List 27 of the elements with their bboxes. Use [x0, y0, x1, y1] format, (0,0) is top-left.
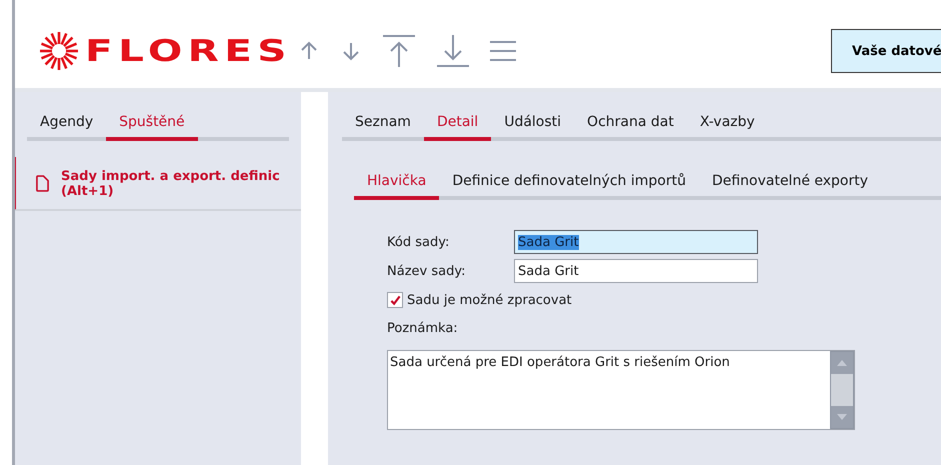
data-button[interactable]: Vaše datové: [831, 29, 941, 73]
field-label: Kód sady:: [387, 234, 450, 250]
document-icon: [36, 175, 49, 192]
text-field[interactable]: Sada Grit: [514, 259, 758, 283]
section-tab[interactable]: Definice definovatelných importů: [439, 173, 699, 200]
scroll-down-icon[interactable]: [837, 414, 847, 420]
section-tab[interactable]: Hlavička: [354, 173, 440, 200]
menu-icon[interactable]: [489, 39, 517, 63]
field-label: Název sady:: [387, 264, 466, 278]
sidebar-tab[interactable]: Agendy: [27, 114, 106, 141]
detail-tab[interactable]: X-vazby: [686, 114, 768, 141]
detail-tab[interactable]: Seznam: [342, 114, 424, 141]
detail-tab[interactable]: Události: [491, 114, 574, 141]
note-field[interactable]: Sada určená pre EDI operátora Grit s riešením Orion: [387, 350, 855, 430]
arrow-to-bottom-icon[interactable]: [435, 33, 471, 69]
scroll-up-icon[interactable]: [837, 360, 847, 366]
flores-logo: FLORES: [39, 31, 289, 71]
checkbox[interactable]: [387, 292, 403, 308]
section-tab[interactable]: Definovatelné exporty: [698, 173, 882, 200]
text-field[interactable]: Sada Grit: [514, 230, 758, 254]
note-label: Poznámka:: [387, 321, 459, 336]
scrollbar[interactable]: [830, 351, 854, 429]
sidebar-tab[interactable]: Spuštěné: [106, 114, 198, 141]
detail-tab[interactable]: Detail: [424, 114, 492, 141]
detail-tab[interactable]: Ochrana dat: [574, 114, 687, 141]
checkbox-label: Sadu je možné zpracovat: [407, 292, 572, 308]
arrow-to-top-icon[interactable]: [381, 33, 417, 69]
